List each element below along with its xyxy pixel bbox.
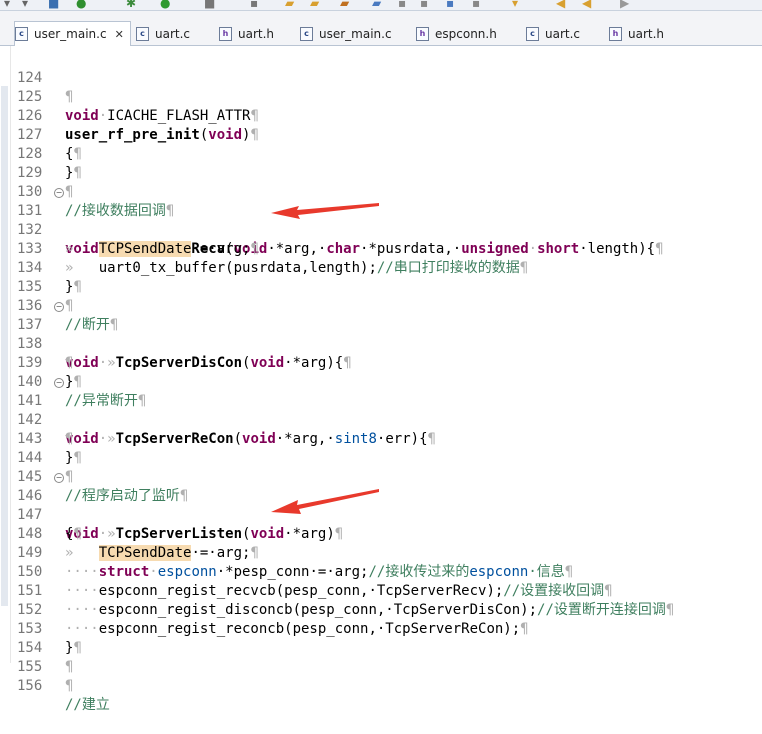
- h-file-icon: h: [609, 27, 622, 41]
- tab-user-main-c[interactable]: c user_main.c ✕: [14, 21, 131, 46]
- run-icon[interactable]: ●: [76, 0, 86, 10]
- code-line[interactable]: 131 − void·»TcpServerRecv(void·*arg,·cha…: [11, 183, 762, 257]
- fold-toggle-icon[interactable]: −: [54, 188, 64, 198]
- toolbar-icon[interactable]: ▪: [250, 0, 258, 10]
- toolbar-icon[interactable]: ▰: [340, 0, 349, 10]
- code-line[interactable]: 124 ¶: [11, 50, 762, 105]
- h-file-icon: h: [219, 27, 232, 41]
- line-number: 156: [17, 678, 43, 694]
- code-line[interactable]: 141 − void·»TcpServerReCon(void·*arg,·si…: [11, 373, 762, 447]
- tab-label: uart.c: [545, 27, 581, 41]
- pin-icon[interactable]: ▾: [512, 0, 518, 10]
- code-line[interactable]: 154 ¶: [11, 620, 762, 675]
- c-file-icon: c: [15, 27, 28, 41]
- ruler-marker: [1, 86, 8, 606]
- code-line[interactable]: 135 ¶: [11, 259, 762, 314]
- toolbar-icon[interactable]: ▪: [446, 0, 454, 10]
- code-line[interactable]: 132 » TCPSendDate·=·arg;¶: [11, 202, 762, 257]
- code-line[interactable]: 149 ····struct·espconn·*pesp_conn·=·arg;…: [11, 525, 762, 580]
- code-line[interactable]: 147 {¶: [11, 487, 762, 542]
- code-editor[interactable]: 124 ¶ 125 void·ICACHE_FLASH_ATTR¶ 126 us…: [11, 46, 762, 713]
- tab-user-main-c-2[interactable]: c user_main.c: [300, 24, 392, 44]
- code-line[interactable]: 156 //建立: [11, 658, 762, 713]
- code-line[interactable]: 125 void·ICACHE_FLASH_ATTR¶: [11, 69, 762, 124]
- fold-toggle-icon[interactable]: −: [54, 302, 64, 312]
- annotation-arrow-icon: [271, 489, 379, 514]
- code-line[interactable]: 144 ¶: [11, 430, 762, 485]
- code-line[interactable]: 150 ····espconn_regist_recvcb(pesp_conn,…: [11, 544, 762, 599]
- toolbar-icon[interactable]: ▾: [22, 0, 28, 10]
- tab-label: uart.h: [238, 27, 275, 41]
- debug-icon[interactable]: ✱: [126, 0, 136, 10]
- code-line[interactable]: 142 ¶: [11, 392, 762, 447]
- code-line[interactable]: 127 {¶: [11, 107, 762, 162]
- toolbar-icon[interactable]: ■: [48, 0, 59, 10]
- back-icon[interactable]: ◀: [582, 0, 591, 10]
- code-line[interactable]: 151 ····espconn_regist_disconcb(pesp_con…: [11, 563, 762, 618]
- folder-icon[interactable]: ▰: [285, 0, 294, 10]
- tab-uart-h-2[interactable]: h uart.h: [609, 24, 664, 44]
- c-file-icon: c: [300, 27, 313, 41]
- close-icon[interactable]: ✕: [115, 28, 124, 41]
- tab-label: user_main.c: [319, 27, 392, 41]
- tab-uart-h[interactable]: h uart.h: [219, 24, 274, 44]
- tab-label: user_main.c: [34, 27, 107, 41]
- toolbar-icon[interactable]: ▪: [420, 0, 428, 10]
- code-line[interactable]: 145 //程序启动了监听¶: [11, 449, 762, 504]
- fold-toggle-icon[interactable]: −: [54, 378, 64, 388]
- code-line[interactable]: 130 //接收数据回调¶: [11, 164, 762, 219]
- code-line[interactable]: 146 − void·»TcpServerListen(void·*arg)¶: [11, 468, 762, 542]
- code-line[interactable]: 155 ¶: [11, 639, 762, 694]
- code-line[interactable]: 133 » uart0_tx_buffer(pusrdata,length);/…: [11, 221, 762, 276]
- code-comment: //建立: [65, 697, 110, 713]
- forward-icon[interactable]: ▶: [620, 0, 629, 10]
- main-toolbar: ▾ ▾ ■ ● ✱ ● ■ ▪ ▰ ▰ ▰ ▰ ▪ ▪ ▪ ▪ ▾ ◀ ◀ ▶: [0, 0, 762, 11]
- code-line[interactable]: 140 //异常断开¶: [11, 354, 762, 409]
- c-file-icon: c: [526, 27, 539, 41]
- toolbar-icon[interactable]: ■: [204, 0, 215, 10]
- tab-label: uart.c: [155, 27, 191, 41]
- toolbar-icon[interactable]: ▾: [4, 0, 10, 10]
- folder-icon[interactable]: ▰: [310, 0, 319, 10]
- code-line[interactable]: 134 }¶: [11, 240, 762, 295]
- left-ruler: [0, 46, 11, 663]
- c-file-icon: c: [136, 27, 149, 41]
- code-line[interactable]: 143 }¶: [11, 411, 762, 466]
- code-line[interactable]: 153 }¶: [11, 601, 762, 656]
- fold-toggle-icon[interactable]: −: [54, 473, 64, 483]
- editor-tab-bar: c user_main.c ✕ c uart.c h uart.h c user…: [0, 11, 762, 46]
- code-line[interactable]: 137 − void·»TcpServerDisCon(void·*arg){¶: [11, 297, 762, 371]
- back-icon[interactable]: ◀: [556, 0, 565, 10]
- tab-espconn-h[interactable]: h espconn.h: [416, 24, 497, 44]
- annotation-arrow-icon: [271, 203, 379, 219]
- tab-label: espconn.h: [435, 27, 497, 41]
- tab-uart-c-2[interactable]: c uart.c: [526, 24, 580, 44]
- toolbar-icon[interactable]: ▪: [472, 0, 480, 10]
- code-line[interactable]: 139 }¶: [11, 335, 762, 390]
- run-icon[interactable]: ●: [160, 0, 170, 10]
- code-line[interactable]: 128 }¶: [11, 126, 762, 181]
- code-line[interactable]: 126 user_rf_pre_init(void)¶: [11, 88, 762, 143]
- tab-uart-c[interactable]: c uart.c: [136, 24, 190, 44]
- h-file-icon: h: [416, 27, 429, 41]
- tab-label: uart.h: [628, 27, 665, 41]
- toolbar-icon[interactable]: ▪: [398, 0, 406, 10]
- code-line[interactable]: 148 » TCPSendDate·=·arg;¶: [11, 506, 762, 561]
- code-line[interactable]: 152 ····espconn_regist_reconcb(pesp_conn…: [11, 582, 762, 637]
- code-line[interactable]: 138 ¶: [11, 316, 762, 371]
- code-line[interactable]: 136 //断开¶: [11, 278, 762, 333]
- code-line[interactable]: 129 ¶: [11, 145, 762, 200]
- toolbar-icon[interactable]: ▰: [372, 0, 381, 10]
